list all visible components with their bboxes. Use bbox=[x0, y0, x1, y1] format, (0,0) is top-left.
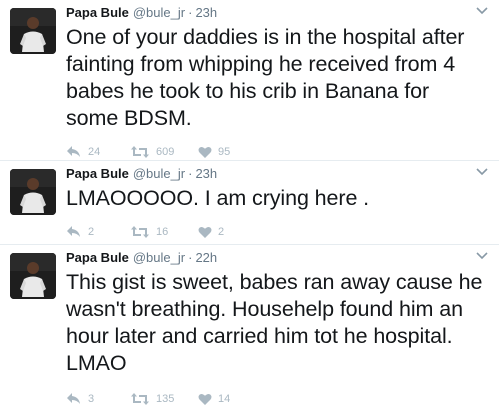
tweet-text: This gist is sweet, babes ran away cause… bbox=[66, 270, 483, 375]
avatar[interactable] bbox=[10, 8, 56, 54]
reply-button[interactable]: 3 bbox=[66, 392, 130, 406]
retweet-icon bbox=[131, 226, 149, 238]
tweet-header: Papa Bule @bule_jr · 23h bbox=[66, 165, 489, 183]
author-name[interactable]: Papa Bule bbox=[66, 165, 129, 183]
reply-count: 3 bbox=[88, 393, 95, 405]
chevron-down-icon[interactable] bbox=[475, 6, 489, 16]
heart-icon bbox=[198, 146, 212, 158]
tweet-header: Papa Bule @bule_jr · 23h bbox=[66, 4, 489, 22]
tweet-header: Papa Bule @bule_jr · 22h bbox=[66, 249, 489, 267]
tweet[interactable]: Papa Bule @bule_jr · 23h One of your dad… bbox=[0, 0, 499, 161]
reply-count: 2 bbox=[88, 226, 95, 238]
reply-count: 24 bbox=[88, 146, 101, 158]
retweet-button[interactable]: 609 bbox=[130, 145, 198, 159]
reply-icon bbox=[67, 146, 80, 157]
tweet-content: Papa Bule @bule_jr · 22h This gist is sw… bbox=[66, 249, 489, 405]
author-handle[interactable]: @bule_jr bbox=[133, 165, 185, 183]
tweet-actions: 2 16 2 bbox=[66, 224, 258, 240]
tweet-actions: 24 609 95 bbox=[66, 144, 258, 160]
retweet-button[interactable]: 16 bbox=[130, 225, 198, 239]
tweet-actions: 3 135 14 bbox=[66, 391, 258, 407]
like-count: 2 bbox=[218, 226, 225, 238]
author-handle[interactable]: @bule_jr bbox=[133, 4, 185, 22]
tweet-text: One of your daddies is in the hospital a… bbox=[66, 25, 465, 130]
chevron-down-icon[interactable] bbox=[475, 251, 489, 261]
retweet-count: 609 bbox=[156, 146, 175, 158]
retweet-count: 16 bbox=[156, 226, 169, 238]
reply-icon bbox=[67, 393, 80, 404]
author-handle[interactable]: @bule_jr bbox=[133, 249, 185, 267]
tweet-text: LMAOOOOO. I am crying here . bbox=[66, 186, 370, 210]
tweet[interactable]: Papa Bule @bule_jr · 22h This gist is sw… bbox=[0, 245, 499, 409]
timestamp[interactable]: 23h bbox=[195, 165, 217, 183]
heart-icon bbox=[198, 226, 212, 238]
avatar[interactable] bbox=[10, 169, 56, 215]
like-count: 14 bbox=[218, 393, 231, 405]
tweet[interactable]: Papa Bule @bule_jr · 23h LMAOOOOO. I am … bbox=[0, 161, 499, 245]
tweet-content: Papa Bule @bule_jr · 23h One of your dad… bbox=[66, 4, 489, 158]
retweet-button[interactable]: 135 bbox=[130, 392, 198, 406]
author-name[interactable]: Papa Bule bbox=[66, 4, 129, 22]
like-count: 95 bbox=[218, 146, 231, 158]
retweet-count: 135 bbox=[156, 393, 175, 405]
timeline: Papa Bule @bule_jr · 23h One of your dad… bbox=[0, 0, 499, 409]
chevron-down-icon[interactable] bbox=[475, 167, 489, 177]
like-button[interactable]: 2 bbox=[198, 226, 258, 239]
timestamp[interactable]: 23h bbox=[195, 4, 217, 22]
tweet-content: Papa Bule @bule_jr · 23h LMAOOOOO. I am … bbox=[66, 165, 489, 238]
heart-icon bbox=[198, 393, 212, 405]
like-button[interactable]: 95 bbox=[198, 146, 258, 159]
author-name[interactable]: Papa Bule bbox=[66, 249, 129, 267]
retweet-icon bbox=[131, 146, 149, 158]
avatar[interactable] bbox=[10, 253, 56, 299]
reply-icon bbox=[67, 226, 80, 237]
like-button[interactable]: 14 bbox=[198, 393, 258, 406]
retweet-icon bbox=[131, 393, 149, 405]
separator-dot: · bbox=[188, 5, 193, 20]
timestamp[interactable]: 22h bbox=[195, 249, 217, 267]
reply-button[interactable]: 24 bbox=[66, 145, 130, 159]
separator-dot: · bbox=[188, 250, 193, 265]
reply-button[interactable]: 2 bbox=[66, 225, 130, 239]
separator-dot: · bbox=[188, 166, 193, 181]
